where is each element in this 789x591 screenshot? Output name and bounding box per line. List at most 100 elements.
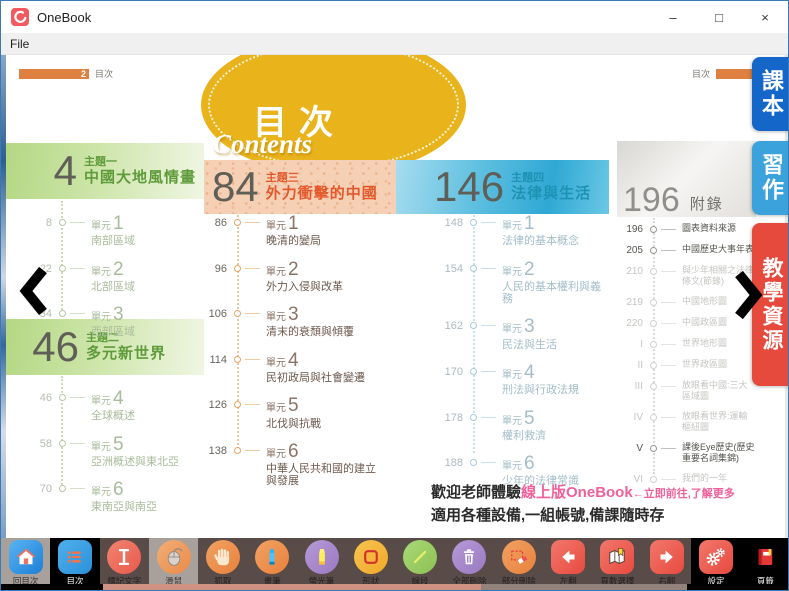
toolbar-item-home[interactable]: 回目次 — [1, 538, 50, 584]
theme-1-banner[interactable]: 4 主題一 中國大地風情畫 — [6, 143, 204, 199]
toc-unit-row[interactable]: 8 單元1 南部區域 — [6, 213, 204, 248]
theme-kicker: 主題一 — [84, 156, 196, 169]
toc-unit-row[interactable]: 96 單元2 外力入侵與改革 — [204, 259, 396, 294]
unit-dash — [70, 488, 85, 489]
toc-unit-row[interactable]: 178 單元5 權利救濟 — [396, 408, 609, 443]
appendix-row[interactable]: III 放眼看中國:三大區域圖 — [617, 380, 756, 402]
text-mark-icon — [107, 540, 141, 574]
unit-page: 8 — [6, 213, 52, 229]
toc-unit-row[interactable]: 154 單元2 人民的基本權利與義務 — [396, 259, 609, 306]
promo-link[interactable]: 線上版OneBook — [521, 484, 633, 501]
book-page: 目次 Contents 2 目次 目次 4 主題一 中國大地風情畫 46 主題二 — [1, 55, 789, 538]
theme-3-banner[interactable]: 84 主題三 外力衝擊的中國 — [204, 160, 396, 214]
toc-unit-row[interactable]: 114 單元4 民初政局與社會變遷 — [204, 350, 396, 385]
next-page-arrow[interactable] — [733, 269, 763, 326]
appendix-row[interactable]: IV 放眼看世界:運輸樞紐圖 — [617, 411, 756, 433]
toolbar-item-mark-text[interactable]: 標記文字 — [100, 538, 149, 584]
unit-node — [59, 485, 66, 492]
pen-icon — [255, 540, 289, 574]
appendix-row[interactable]: II 世界政區圖 — [617, 359, 756, 371]
toolbar-item-pen[interactable]: 畫筆 — [248, 538, 297, 584]
unit-number: 2 — [524, 259, 535, 280]
appendix-row[interactable]: 196 圖表資料來源 — [617, 223, 756, 235]
unit-node — [234, 447, 241, 454]
unit-node — [470, 414, 477, 421]
toc-unit-row[interactable]: 148 單元1 法律的基本概念 — [396, 213, 609, 248]
appendix-row[interactable]: I 世界地形圖 — [617, 338, 756, 350]
toc-unit-row[interactable]: 86 單元1 晚清的變局 — [204, 213, 396, 248]
appendix-row[interactable]: V 課後Eye歷史(歷史重要名詞集錦) — [617, 442, 756, 464]
unit-page: 106 — [204, 304, 227, 320]
unit-name: 權利救濟 — [502, 430, 546, 442]
unit-node — [59, 265, 66, 272]
unit-name: 西部區域 — [91, 326, 135, 338]
minimize-button[interactable]: – — [650, 1, 696, 33]
theme-4-banner[interactable]: 146 主題四 法律與生活 — [396, 160, 609, 214]
unit-name: 北部區域 — [91, 281, 135, 293]
toolbar-item-contents[interactable]: 目次 — [50, 538, 99, 584]
arrow-right-icon — [650, 540, 684, 574]
unit-label: 單元 — [91, 267, 111, 278]
toc-unit-row[interactable]: 162 單元3 民法與生活 — [396, 316, 609, 351]
mouse-icon — [157, 540, 191, 574]
unit-dash — [661, 302, 676, 303]
unit-label: 單元 — [502, 461, 522, 472]
unit-name: 亞洲概述與東北亞 — [91, 456, 179, 468]
unit-node — [650, 414, 657, 421]
appendix-page: IV — [617, 411, 643, 423]
toolbar-item-grab[interactable]: 抓取 — [198, 538, 247, 584]
unit-name: 民法與生活 — [502, 339, 557, 351]
unit-number: 2 — [113, 259, 124, 280]
tab-textbook[interactable]: 課本 — [752, 57, 789, 131]
toc-unit-row[interactable]: 46 單元4 全球概述 — [6, 388, 204, 423]
unit-number: 1 — [288, 213, 299, 234]
marker-label: 目次 — [692, 67, 710, 80]
theme-page-number: 84 — [212, 166, 259, 208]
menu-file[interactable]: File — [1, 37, 38, 51]
appendix-page: 210 — [617, 265, 643, 277]
toolbar-item-line[interactable]: 線段 — [396, 538, 445, 584]
tab-label: 習作 — [755, 153, 787, 203]
partial-erase-icon — [502, 540, 536, 574]
toc-unit-row[interactable]: 70 單元6 東南亞與南亞 — [6, 479, 204, 514]
close-button[interactable]: × — [742, 1, 788, 33]
unit-node — [470, 459, 477, 466]
toc-unit-row[interactable]: 170 單元4 刑法與行政法規 — [396, 362, 609, 397]
toolbar-item-page-left[interactable]: 左翻 — [543, 538, 592, 584]
unit-node — [234, 265, 241, 272]
toc-unit-row[interactable]: 126 單元5 北伐與抗戰 — [204, 395, 396, 430]
appendix-name: 中國歷史大事年表 — [682, 244, 756, 255]
appendix-row[interactable]: 205 中國歷史大事年表 — [617, 244, 756, 256]
unit-label: 單元 — [266, 221, 286, 232]
toolbar-item-settings[interactable]: 設定 — [691, 538, 740, 584]
unit-node — [59, 394, 66, 401]
toc-unit-row[interactable]: 58 單元5 亞洲概述與東北亞 — [6, 434, 204, 469]
unit-dash — [661, 417, 676, 418]
unit-dash — [481, 371, 496, 372]
unit-node — [234, 310, 241, 317]
tab-workbook[interactable]: 習作 — [752, 141, 789, 215]
unit-number: 3 — [288, 304, 299, 325]
page-select-icon — [600, 540, 634, 574]
theme-page-number: 146 — [434, 166, 504, 208]
toolbar-item-mouse[interactable]: 滑鼠 — [149, 538, 198, 584]
toolbar-item-shape[interactable]: 形狀 — [346, 538, 395, 584]
toc-unit-row[interactable]: 106 單元3 清末的衰頹與傾覆 — [204, 304, 396, 339]
toolbar-item-delete-all[interactable]: 全部刪除 — [445, 538, 494, 584]
toolbar-item-highlighter[interactable]: 螢光筆 — [297, 538, 346, 584]
toolbar-item-page-right[interactable]: 右翻 — [642, 538, 691, 584]
unit-node — [59, 310, 66, 317]
unit-node — [650, 226, 657, 233]
unit-node — [650, 476, 657, 483]
theme-title: 中國大地風情畫 — [84, 169, 196, 186]
toolbar-item-delete-partial[interactable]: 部分刪除 — [494, 538, 543, 584]
maximize-button[interactable]: □ — [696, 1, 742, 33]
unit-node — [650, 445, 657, 452]
prev-page-arrow[interactable] — [19, 265, 49, 322]
toolbar-item-page-select[interactable]: 頁數選擇 — [593, 538, 642, 584]
toc-unit-row[interactable]: 138 單元6 中華人民共和國的建立與發展 — [204, 441, 396, 488]
unit-dash — [661, 323, 676, 324]
promo-cta-link[interactable]: ←立即前往,了解更多 — [633, 488, 735, 500]
unit-number: 5 — [524, 408, 535, 429]
toolbar-item-bookmark[interactable]: 頁籤 — [741, 538, 789, 584]
